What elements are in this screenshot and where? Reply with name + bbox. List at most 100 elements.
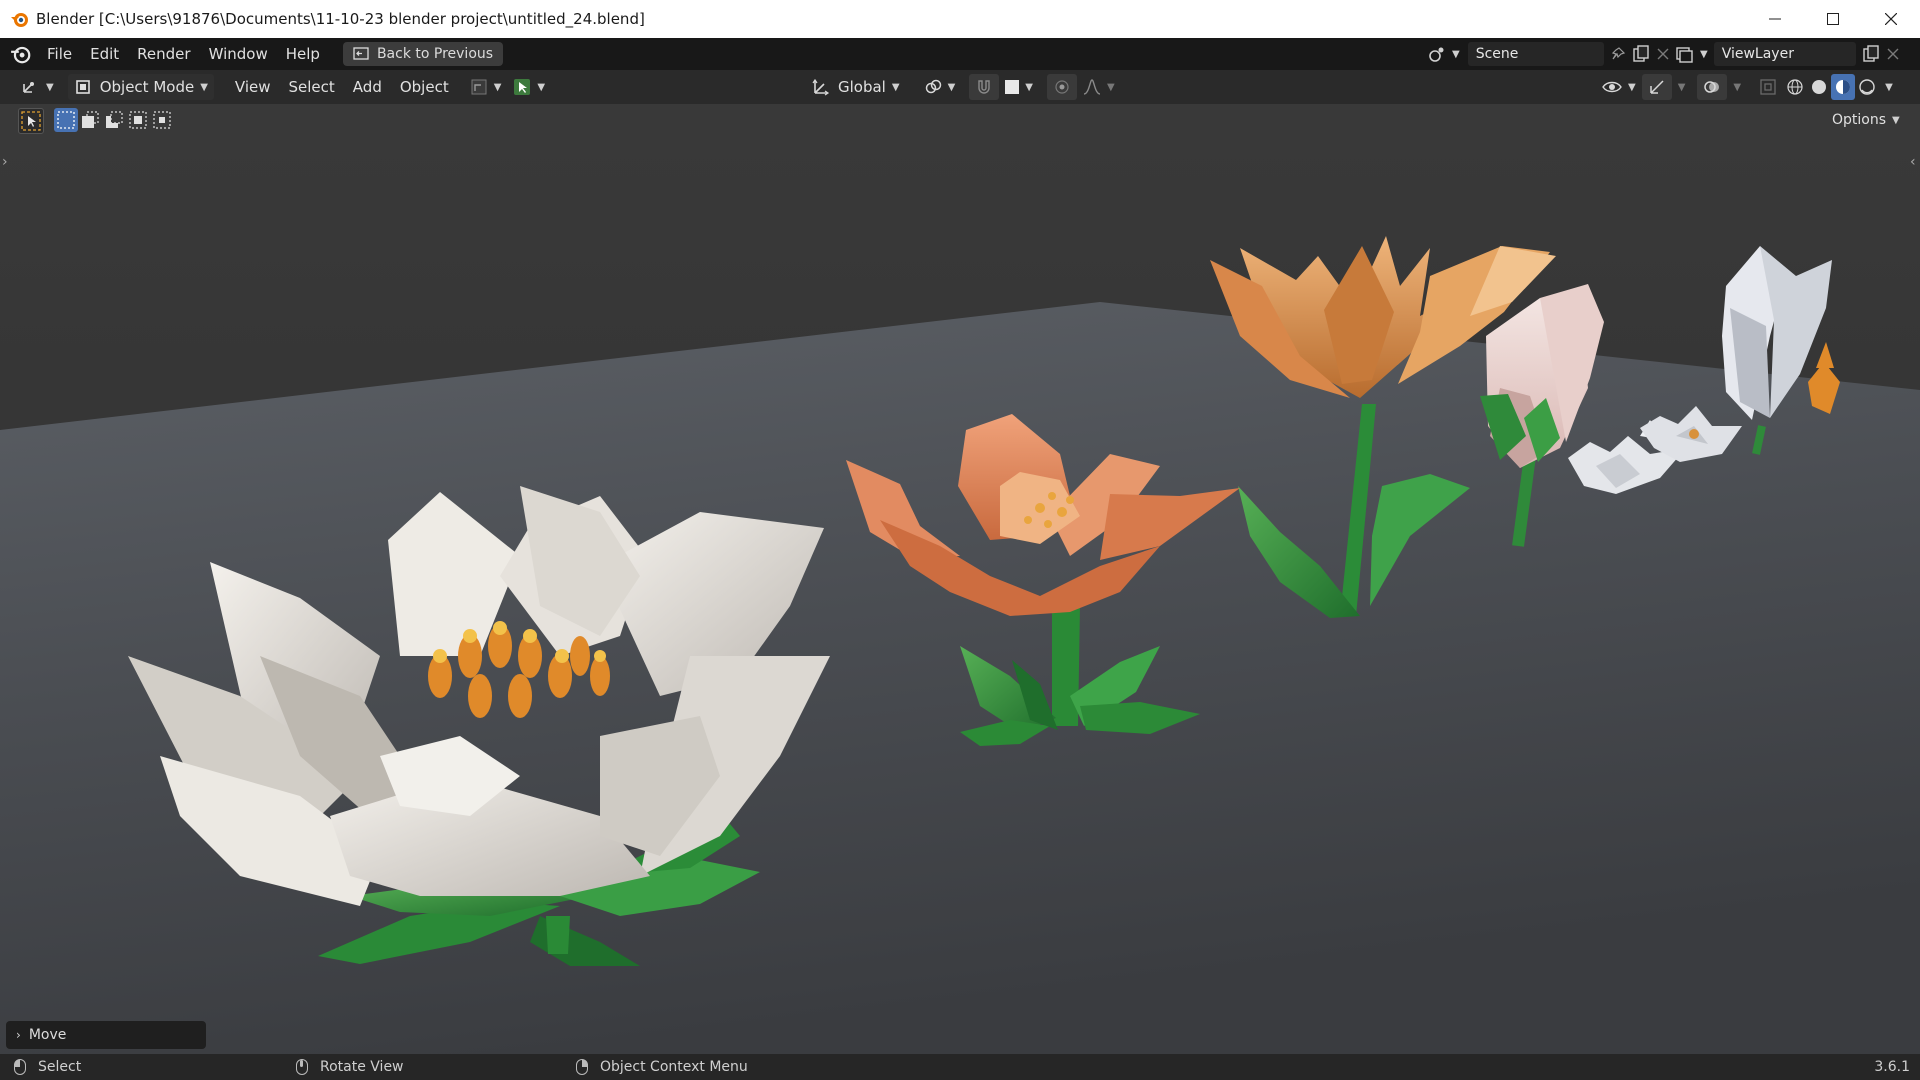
eye-icon <box>1602 81 1622 93</box>
selectability-dropdown[interactable]: ▼ <box>507 74 551 100</box>
operator-label: Move <box>28 1027 67 1043</box>
close-icon <box>1885 13 1897 25</box>
chevron-down-icon: ▼ <box>947 81 956 93</box>
select-box-tool-icon <box>21 111 41 131</box>
mode-label: Object Mode <box>99 78 195 96</box>
select-mode-invert-button[interactable] <box>126 108 150 132</box>
mouse-right-icon <box>576 1059 588 1075</box>
select-mode-subtract-button[interactable] <box>102 108 126 132</box>
overlays-toggle[interactable] <box>1697 74 1728 100</box>
select-mode-new-button[interactable] <box>54 108 78 132</box>
scene-browse-button[interactable]: ▼ <box>1428 45 1460 63</box>
3d-viewport[interactable]: › ‹ <box>0 136 1920 1054</box>
view-layer-icon <box>1676 47 1693 63</box>
transform-affect-icon <box>471 79 487 95</box>
options-label: Options <box>1832 112 1887 128</box>
falloff-curve-icon <box>1083 79 1101 95</box>
snap-target-dropdown[interactable]: ▼ <box>999 74 1039 100</box>
back-screen-icon <box>353 47 369 60</box>
svg-text:‹: ‹ <box>1910 154 1916 170</box>
menu-edit[interactable]: Edit <box>81 38 128 70</box>
view-layer-name-field[interactable]: ViewLayer <box>1713 42 1856 66</box>
blender-menu-icon[interactable] <box>10 43 32 65</box>
viewport-scene: › ‹ <box>0 136 1920 1054</box>
mode-dropdown[interactable]: Object Mode ▼ <box>67 74 214 100</box>
menu-render[interactable]: Render <box>128 38 199 70</box>
back-button-label: Back to Previous <box>376 46 494 62</box>
chevron-right-icon: › <box>16 1028 21 1042</box>
snap-toggle[interactable] <box>969 74 1000 100</box>
wireframe-sphere-icon <box>1787 79 1803 95</box>
shading-material-button[interactable] <box>1831 74 1856 100</box>
last-operator-panel[interactable]: › Move <box>6 1021 206 1049</box>
pin-icon[interactable] <box>1610 46 1626 62</box>
chevron-down-icon: ▼ <box>46 81 54 93</box>
status-select-label: Select <box>38 1059 82 1075</box>
magnet-icon <box>978 80 990 94</box>
version-label: 3.6.1 <box>1874 1059 1910 1075</box>
visibility-dropdown[interactable]: ▼ <box>1596 74 1642 100</box>
object-gizmo-dropdown[interactable]: ▼ <box>464 74 508 100</box>
menu-view[interactable]: View <box>226 71 280 103</box>
new-scene-icon[interactable] <box>1632 45 1650 63</box>
maximize-button[interactable] <box>1804 0 1862 38</box>
maximize-icon <box>1827 13 1839 25</box>
new-view-layer-icon[interactable] <box>1862 45 1880 63</box>
view-layer-browse-button[interactable]: ▼ <box>1676 45 1708 63</box>
gizmo-dropdown[interactable]: ▼ <box>1672 74 1692 100</box>
chevron-down-icon: ▼ <box>537 81 546 93</box>
proportional-editing-toggle[interactable] <box>1046 74 1077 100</box>
viewport-header: ▼ Object Mode ▼ View Select Add Object ▼ <box>0 70 1920 104</box>
chevron-down-icon: ▼ <box>1628 81 1636 93</box>
transform-orientation-dropdown[interactable]: Global ▼ <box>806 74 906 100</box>
status-bar: Select Rotate View Object Context Menu 3… <box>0 1054 1920 1080</box>
scene-name-field[interactable]: Scene <box>1467 42 1604 66</box>
shading-solid-button[interactable] <box>1807 74 1831 100</box>
shading-rendered-button[interactable] <box>1855 74 1879 100</box>
blender-logo-icon <box>11 13 28 27</box>
chevron-down-icon: ▼ <box>1700 48 1708 60</box>
delete-scene-icon[interactable] <box>1656 47 1670 61</box>
status-select-hint: Select <box>14 1054 81 1080</box>
material-sphere-icon <box>1836 80 1851 94</box>
shading-options-dropdown[interactable]: ▼ <box>1879 74 1899 100</box>
gizmo-icon <box>1649 80 1664 94</box>
select-mode-intersect-button[interactable] <box>150 108 174 132</box>
window-titlebar: Blender [C:\Users\91876\Documents\11-10-… <box>0 0 1920 38</box>
window-title: Blender [C:\Users\91876\Documents\11-10-… <box>36 10 645 28</box>
selection-intersect-icon <box>153 111 171 129</box>
menu-window[interactable]: Window <box>200 38 277 70</box>
select-mode-extend-button[interactable] <box>78 108 102 132</box>
status-version: 3.6.1 <box>1874 1054 1910 1080</box>
proportional-edit-icon <box>1055 80 1069 94</box>
minimize-button[interactable] <box>1746 0 1804 38</box>
xray-toggle[interactable] <box>1753 74 1783 100</box>
falloff-dropdown[interactable]: ▼ <box>1077 74 1121 100</box>
pivot-point-dropdown[interactable]: ▼ <box>918 74 962 100</box>
chevron-down-icon: ▼ <box>1733 81 1742 93</box>
chevron-down-icon: ▼ <box>200 81 208 93</box>
back-to-previous-button[interactable]: Back to Previous <box>342 42 504 66</box>
editor-type-button[interactable]: ▼ <box>14 74 60 100</box>
mouse-middle-icon <box>296 1059 308 1075</box>
menu-help[interactable]: Help <box>277 38 329 70</box>
shading-wireframe-button[interactable] <box>1783 74 1807 100</box>
solid-sphere-icon <box>1812 80 1827 94</box>
menu-select[interactable]: Select <box>280 71 344 103</box>
selection-new-icon <box>57 111 75 129</box>
menu-object[interactable]: Object <box>391 71 458 103</box>
status-context-hint: Object Context Menu <box>576 1054 748 1080</box>
options-dropdown[interactable]: Options ▼ <box>1832 108 1900 132</box>
menu-add[interactable]: Add <box>344 71 391 103</box>
scene-icon <box>1429 47 1444 62</box>
rendered-sphere-icon <box>1859 79 1875 95</box>
delete-view-layer-icon[interactable] <box>1886 47 1900 61</box>
pick-select-icon <box>514 79 531 95</box>
gizmo-toggle[interactable] <box>1641 74 1672 100</box>
selection-invert-icon <box>129 111 147 129</box>
svg-text:›: › <box>2 154 8 170</box>
overlays-dropdown[interactable]: ▼ <box>1727 74 1747 100</box>
menu-file[interactable]: File <box>38 38 81 70</box>
active-tool-button[interactable] <box>18 108 44 134</box>
close-window-button[interactable] <box>1862 0 1920 38</box>
